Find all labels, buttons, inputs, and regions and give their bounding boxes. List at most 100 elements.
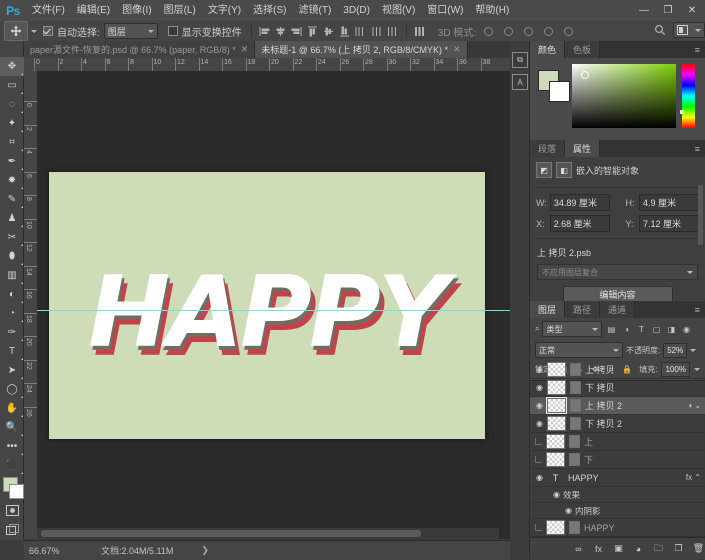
move-tool[interactable]: ✥: [0, 57, 24, 76]
layer-visibility-icon-1[interactable]: ◉: [533, 381, 546, 394]
layer-row-4[interactable]: 上: [530, 433, 705, 451]
close-button[interactable]: ✕: [681, 3, 703, 19]
properties-scroll-thumb[interactable]: [698, 185, 703, 245]
character-panel-icon[interactable]: A: [510, 71, 530, 93]
opacity-value[interactable]: 52%: [663, 342, 688, 358]
layer-row-7[interactable]: ◉ 效果: [530, 487, 705, 503]
layer-thumbnail-1[interactable]: [547, 380, 566, 395]
hand-tool[interactable]: ✋: [0, 399, 24, 418]
distribute-center-icon[interactable]: [369, 23, 385, 39]
menu-item-2[interactable]: 图像(I): [116, 0, 157, 21]
tab-layers[interactable]: 图层: [530, 301, 566, 318]
vertical-ruler[interactable]: 0 2 4 6 8 10 12 14 16 18 20 22 24 26: [24, 71, 38, 539]
distribute-right-icon[interactable]: [385, 23, 401, 39]
layer-thumbnail-6[interactable]: T: [547, 471, 564, 484]
tab-color[interactable]: 颜色: [530, 41, 566, 58]
maximize-button[interactable]: ❐: [657, 3, 679, 19]
adjustment-filter-icon[interactable]: ◑: [620, 323, 632, 335]
close-icon[interactable]: ✕: [241, 44, 249, 55]
layer-thumbnail-3[interactable]: [547, 416, 566, 431]
layer-thumbnail-5[interactable]: [546, 452, 565, 467]
eraser-tool[interactable]: ⬮: [0, 247, 24, 266]
layer-list[interactable]: ◉ 上 拷贝 ◉ 下 拷贝 ◉ 上 拷贝 2 ◑ ⌄ ◉ 下 拷贝 2 上下 ◉ T HAPPY fx ⌃…: [530, 361, 705, 537]
orbit-3d-icon[interactable]: [480, 23, 496, 39]
menu-item-0[interactable]: 文件(F): [26, 0, 71, 21]
layers-panel-menu-icon[interactable]: ≡: [690, 301, 705, 318]
background-color-swatch[interactable]: [9, 484, 24, 499]
zoom-3d-icon[interactable]: [560, 23, 576, 39]
show-transform-checkbox[interactable]: [167, 26, 178, 36]
horizontal-ruler[interactable]: 0 2 4 6 8 10 12 14 16 18 20 22 24 26 28 30 32 34 36 38: [24, 58, 510, 72]
y-value[interactable]: 7.12 厘米: [639, 215, 699, 232]
menu-item-6[interactable]: 滤镜(T): [293, 0, 338, 21]
auto-select-target-select[interactable]: 图层: [103, 23, 158, 39]
shape-filter-icon[interactable]: ▢: [650, 323, 662, 335]
layer-thumbnail-0[interactable]: [547, 362, 566, 377]
layer-visibility-icon-7[interactable]: ◉: [550, 488, 563, 501]
color-panel-menu-icon[interactable]: ≡: [690, 41, 705, 58]
properties-panel-menu-icon[interactable]: ≡: [690, 140, 705, 157]
path-selection-tool[interactable]: ➤: [0, 361, 24, 380]
blend-mode-select[interactable]: 正常: [535, 342, 623, 358]
layer-comp-select[interactable]: 不应用图层复合: [537, 264, 698, 280]
height-value[interactable]: 4.9 厘米: [639, 194, 699, 211]
layer-style-fx-icon[interactable]: fx: [592, 542, 605, 555]
delete-layer-icon[interactable]: 🗑: [692, 542, 705, 555]
layer-visibility-icon-6[interactable]: ◉: [533, 471, 546, 484]
opacity-slider-icon[interactable]: [690, 348, 697, 352]
pan-3d-icon[interactable]: [520, 23, 536, 39]
default-colors-tool[interactable]: ⬛: [0, 456, 24, 475]
gradient-tool[interactable]: ▥: [0, 266, 24, 285]
align-bottom-edges-icon[interactable]: [337, 23, 353, 39]
document-tab-untitled[interactable]: 未标题-1 @ 66.7% (上 拷贝 2, RGB/8/CMYK) * ✕: [255, 41, 468, 58]
distribute-icon[interactable]: [412, 23, 428, 39]
roll-3d-icon[interactable]: [500, 23, 516, 39]
history-panel-icon[interactable]: ⧉: [510, 49, 530, 71]
x-value[interactable]: 2.68 厘米: [549, 215, 610, 232]
layer-row-9[interactable]: HAPPY: [530, 519, 705, 537]
brush-tool[interactable]: ✎: [0, 190, 24, 209]
clone-stamp-tool[interactable]: ♟: [0, 209, 24, 228]
menu-item-10[interactable]: 帮助(H): [469, 0, 515, 21]
tab-paths[interactable]: 路径: [565, 301, 601, 318]
zoom-level[interactable]: 66.67%: [24, 546, 81, 556]
pen-tool[interactable]: ✑: [0, 323, 24, 342]
ellipse-tool[interactable]: ◯: [0, 380, 24, 399]
dodge-tool[interactable]: ◔: [0, 304, 24, 323]
spot-healing-brush-tool[interactable]: ✸: [0, 171, 24, 190]
quick-mask-icon[interactable]: [0, 501, 24, 520]
layer-thumbnail-2[interactable]: [546, 397, 567, 414]
color-panel-swatches[interactable]: [538, 70, 570, 102]
menu-item-9[interactable]: 窗口(W): [421, 0, 469, 21]
align-right-edges-icon[interactable]: [289, 23, 305, 39]
layer-row-0[interactable]: ◉ 上 拷贝: [530, 361, 705, 379]
layer-thumbnail-4[interactable]: [546, 434, 565, 449]
status-expand-icon[interactable]: ❯: [201, 545, 209, 556]
pixel-filter-icon[interactable]: ▤: [605, 323, 617, 335]
layer-visibility-icon-4[interactable]: [535, 438, 542, 445]
crop-tool[interactable]: ⌗: [0, 133, 24, 152]
tab-swatches[interactable]: 色板: [565, 41, 601, 58]
color-field-marker[interactable]: [581, 71, 589, 79]
eyedropper-tool[interactable]: ✒: [0, 152, 24, 171]
hue-strip[interactable]: [682, 64, 695, 128]
link-layers-icon[interactable]: ∞: [572, 542, 585, 555]
distribute-left-icon[interactable]: [353, 23, 369, 39]
layer-visibility-icon-8[interactable]: ◉: [562, 504, 575, 517]
menu-item-5[interactable]: 选择(S): [247, 0, 292, 21]
layer-badge-6[interactable]: fx ⌃: [686, 473, 705, 482]
quick-selection-tool[interactable]: ✦: [0, 114, 24, 133]
layer-visibility-icon-9[interactable]: [535, 524, 542, 531]
new-adjustment-layer-icon[interactable]: ◕: [632, 542, 645, 555]
layer-row-3[interactable]: ◉ 下 拷贝 2: [530, 415, 705, 433]
lasso-tool[interactable]: ◌: [0, 95, 24, 114]
tool-preset-caret-icon[interactable]: [31, 29, 37, 33]
type-filter-icon[interactable]: T: [635, 323, 647, 335]
move-tool-icon[interactable]: [4, 21, 28, 41]
layer-row-1[interactable]: ◉ 下 拷贝: [530, 379, 705, 397]
layer-row-2[interactable]: ◉ 上 拷贝 2 ◑ ⌄: [530, 397, 705, 415]
width-value[interactable]: 34.89 厘米: [549, 194, 610, 211]
horizontal-scroll-thumb[interactable]: [41, 530, 421, 537]
tab-paragraph[interactable]: 段落: [530, 140, 566, 157]
align-top-edges-icon[interactable]: [305, 23, 321, 39]
